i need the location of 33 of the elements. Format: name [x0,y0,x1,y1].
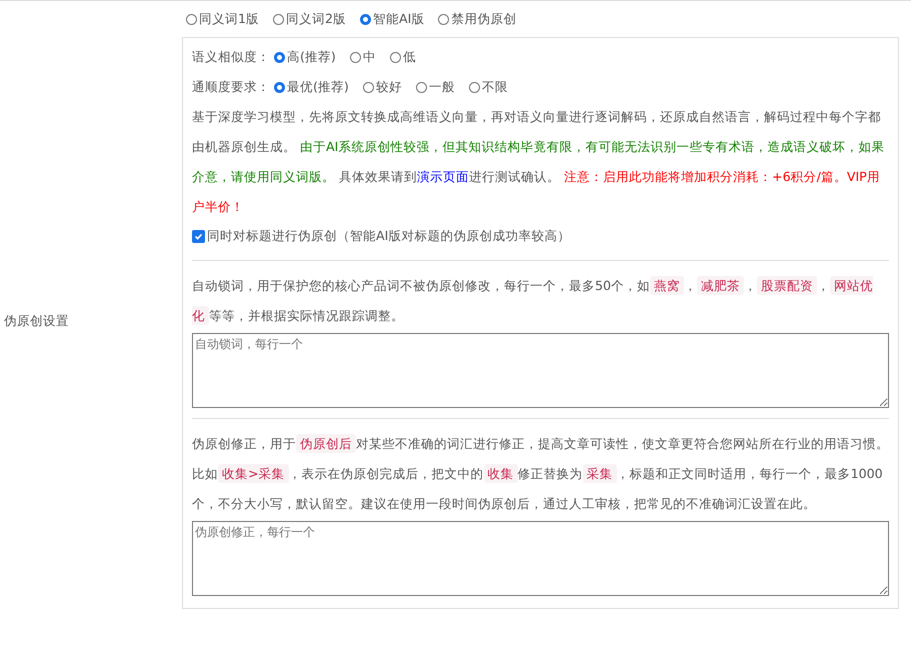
radio-option[interactable]: 不限 [468,78,508,96]
corrections-description: 伪原创修正，用于 伪原创后 对某些不准确的词汇进行修正，提高文章可读性，使文章更符合您网站所在行业的用语习惯。比如 收集>采集 ，表示在伪原创完成后，把文中的 收集 修正替换为 采集 ，标题和正文同时适用，每行一个，最多1000个，不分大小写，默认留空。建议在使用一段时间伪原创后，通过人工审核，把常见的不准确词汇设置在此。 [192,433,889,513]
radio-button[interactable] [186,14,197,24]
setting-label: 语义相似度： [192,48,270,66]
radio-button[interactable] [360,14,372,24]
radio-button[interactable] [274,82,285,92]
radio-option[interactable]: 低 [390,48,416,66]
corrections-field[interactable]: 伪原创修正，每行一个 [192,521,889,596]
demo-link[interactable]: 演示页面 [417,169,470,184]
radio-button[interactable] [362,82,374,92]
radio-option[interactable]: 中 [350,48,376,66]
radio-option[interactable]: 最优(推荐) [274,78,349,96]
checkbox-option[interactable]: 同时对标题进行伪原创（智能AI版对标题的伪原创成功率较高） [192,222,889,250]
section-label: 伪原创设置 [4,313,69,330]
lock-words-description: 自动锁词，用于保护您的核心产品词不被伪原创修改，每行一个，最多50个，如 燕窝 ， 减肥茶 ， 股票配资 ， 网站优化 等等，并根据实际情况跟踪调整。 [192,275,874,327]
radio-button[interactable] [350,52,361,62]
radio-button[interactable] [416,82,427,92]
radio-option[interactable]: 高(推荐) [274,48,336,66]
radio-option[interactable]: 一般 [416,78,455,96]
radio-option[interactable]: 同义词2版 [273,10,346,28]
lock-words-field[interactable]: 自动锁词，每行一个 [192,333,889,408]
radio-button[interactable] [274,52,285,62]
ai-description: 基于深度学习模型，先将原文转换成高维语义向量，再对语义向量进行逐词解码，还原成自然语言，解码过程中每个字都由机器原创生成。 由于AI系统原创性较强，但其知识结构毕竟有限，有可能无法识别一些专有术语，造成语义破坏，如果介意，请使用同义词版。 具体效果请到演示页面进行测试确认。 注意：启用此功能将增加积分消耗：+6积分/篇。VIP用户半价！ [192,108,886,216]
radio-button[interactable] [390,52,401,62]
radio-option[interactable]: 智能AI版 [360,10,424,28]
radio-button[interactable] [468,82,480,92]
radio-button[interactable] [438,14,450,24]
radio-option[interactable]: 较好 [362,78,402,96]
radio-option[interactable]: 禁用伪原创 [438,10,516,28]
checkbox[interactable] [192,230,205,242]
radio-button[interactable] [273,14,284,24]
setting-label: 通顺度要求： [192,78,270,96]
radio-option[interactable]: 同义词1版 [186,10,260,28]
